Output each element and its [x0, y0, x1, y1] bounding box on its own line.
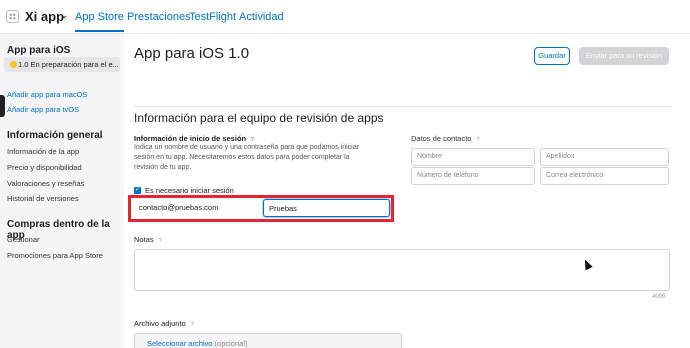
divider — [134, 106, 670, 107]
checkbox-checked-icon[interactable]: ✓ — [134, 187, 141, 194]
tab-prestaciones[interactable]: Prestaciones — [127, 11, 191, 23]
attachment-box[interactable]: Seleccionar archivo (opcional) — [134, 333, 402, 348]
sidebar-item-promotions[interactable]: Promociones para App Store — [7, 251, 103, 260]
notes-textarea[interactable] — [134, 249, 670, 291]
tab-testflight[interactable]: TestFlight — [189, 11, 236, 23]
last-name-field[interactable]: Apellidos — [540, 148, 669, 166]
sidebar-item-manage[interactable]: Gestionar — [7, 235, 40, 244]
tab-actividad[interactable]: Actividad — [239, 11, 284, 23]
top-bar: Xi app ⌄ App Store Prestaciones TestFlig… — [0, 0, 690, 34]
sidebar-item-version[interactable]: 1.0 En preparación para el e... — [4, 57, 120, 72]
phone-field[interactable]: Número de teléfono — [411, 167, 535, 185]
help-icon[interactable]: ? — [189, 322, 196, 329]
first-name-field[interactable]: Nombre — [411, 148, 535, 166]
username-input[interactable]: contacto@pruebas.com — [134, 199, 250, 217]
save-button[interactable]: Guardar — [534, 47, 570, 65]
tab-app-store[interactable]: App Store — [75, 11, 124, 32]
password-input[interactable]: Pruebas — [263, 199, 390, 217]
sidebar-item-ratings[interactable]: Valoraciones y reseñas — [7, 179, 84, 188]
signin-required-label: Es necesario iniciar sesión — [145, 186, 234, 195]
sidebar-item-app-info[interactable]: Información de la app — [7, 147, 79, 156]
sidebar-item-pricing[interactable]: Precio y disponibilidad — [7, 163, 82, 172]
sidebar-section-ios: App para iOS — [7, 45, 71, 56]
edge-handle[interactable] — [0, 95, 5, 117]
sidebar-item-version-label: 1.0 En preparación para el e... — [18, 60, 118, 69]
sidebar-section-general: Información general — [7, 130, 103, 141]
submit-for-review-button[interactable]: Enviar para su revisión — [579, 47, 669, 65]
notes-label: Notas? — [134, 235, 164, 245]
chevron-down-icon[interactable]: ⌄ — [60, 10, 68, 21]
sidebar-item-version-history[interactable]: Historial de versiones — [7, 194, 79, 203]
app-name[interactable]: Xi app — [25, 9, 64, 24]
contact-label: Datos de contacto? — [411, 134, 481, 144]
add-tvos-link[interactable]: Añadir app para tvOS — [7, 105, 79, 114]
page-title: App para iOS 1.0 — [134, 45, 250, 62]
main-content: App para iOS 1.0 Guardar Enviar para su … — [124, 34, 690, 348]
notes-character-counter: 4000 — [652, 294, 666, 300]
app-grid-icon[interactable] — [6, 10, 19, 23]
status-dot-icon — [10, 61, 17, 68]
add-macos-link[interactable]: Añadir app para macOS — [7, 90, 87, 99]
email-field[interactable]: Correo electrónico — [540, 167, 669, 185]
sidebar: App para iOS Añadir app para macOS Añadi… — [0, 34, 124, 348]
attachment-label: Archivo adjunto? — [134, 319, 196, 329]
help-icon[interactable]: ? — [157, 238, 164, 245]
help-icon[interactable]: ? — [474, 137, 481, 144]
select-file-link[interactable]: Seleccionar archivo (opcional) — [147, 339, 247, 348]
signin-description: Indica un nombre de usuario y una contra… — [134, 144, 359, 171]
section-title: Información para el equipo de revisión d… — [134, 111, 384, 125]
